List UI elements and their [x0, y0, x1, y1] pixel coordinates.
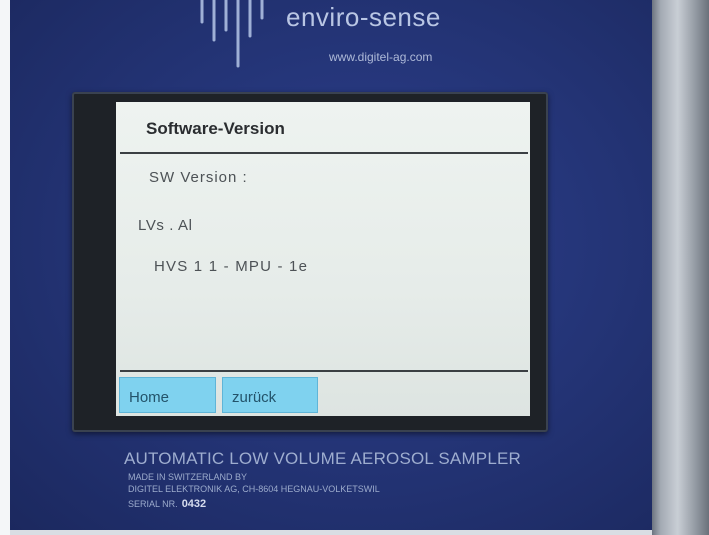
- touch-screen: Software-Version SW Version : LVs . Al H…: [116, 102, 530, 416]
- softkey-divider: [120, 370, 528, 372]
- sw-version-value: LVs . Al: [138, 217, 193, 234]
- brand-name: enviro-sense: [286, 2, 441, 32]
- made-in-text: MADE IN SWITZERLAND BY: [128, 472, 248, 482]
- serial-label: SERIAL NR.: [128, 499, 178, 509]
- back-button[interactable]: zurück: [222, 377, 318, 413]
- firmware-version-value: HVS 1 1 - MPU - 1e: [154, 258, 309, 275]
- product-name: AUTOMATIC LOW VOLUME AEROSOL SAMPLER: [124, 449, 522, 468]
- manufacturer-text: DIGITEL ELEKTRONIK AG, CH-8604 HEGNAU-VO…: [128, 484, 380, 494]
- title-divider: [120, 152, 528, 154]
- serial-number: 0432: [181, 498, 207, 510]
- digitel-logo-icon: [200, 0, 264, 68]
- brand-website: www.digitel-ag.com: [329, 50, 433, 64]
- background-floor: [10, 530, 652, 535]
- sw-version-label: SW Version :: [149, 169, 248, 186]
- home-button[interactable]: Home: [119, 377, 216, 413]
- screen-title: Software-Version: [146, 119, 285, 138]
- background-wall: [0, 0, 10, 535]
- serial-line: SERIAL NR. 0432: [128, 498, 206, 510]
- device-frame-edge: [652, 0, 709, 535]
